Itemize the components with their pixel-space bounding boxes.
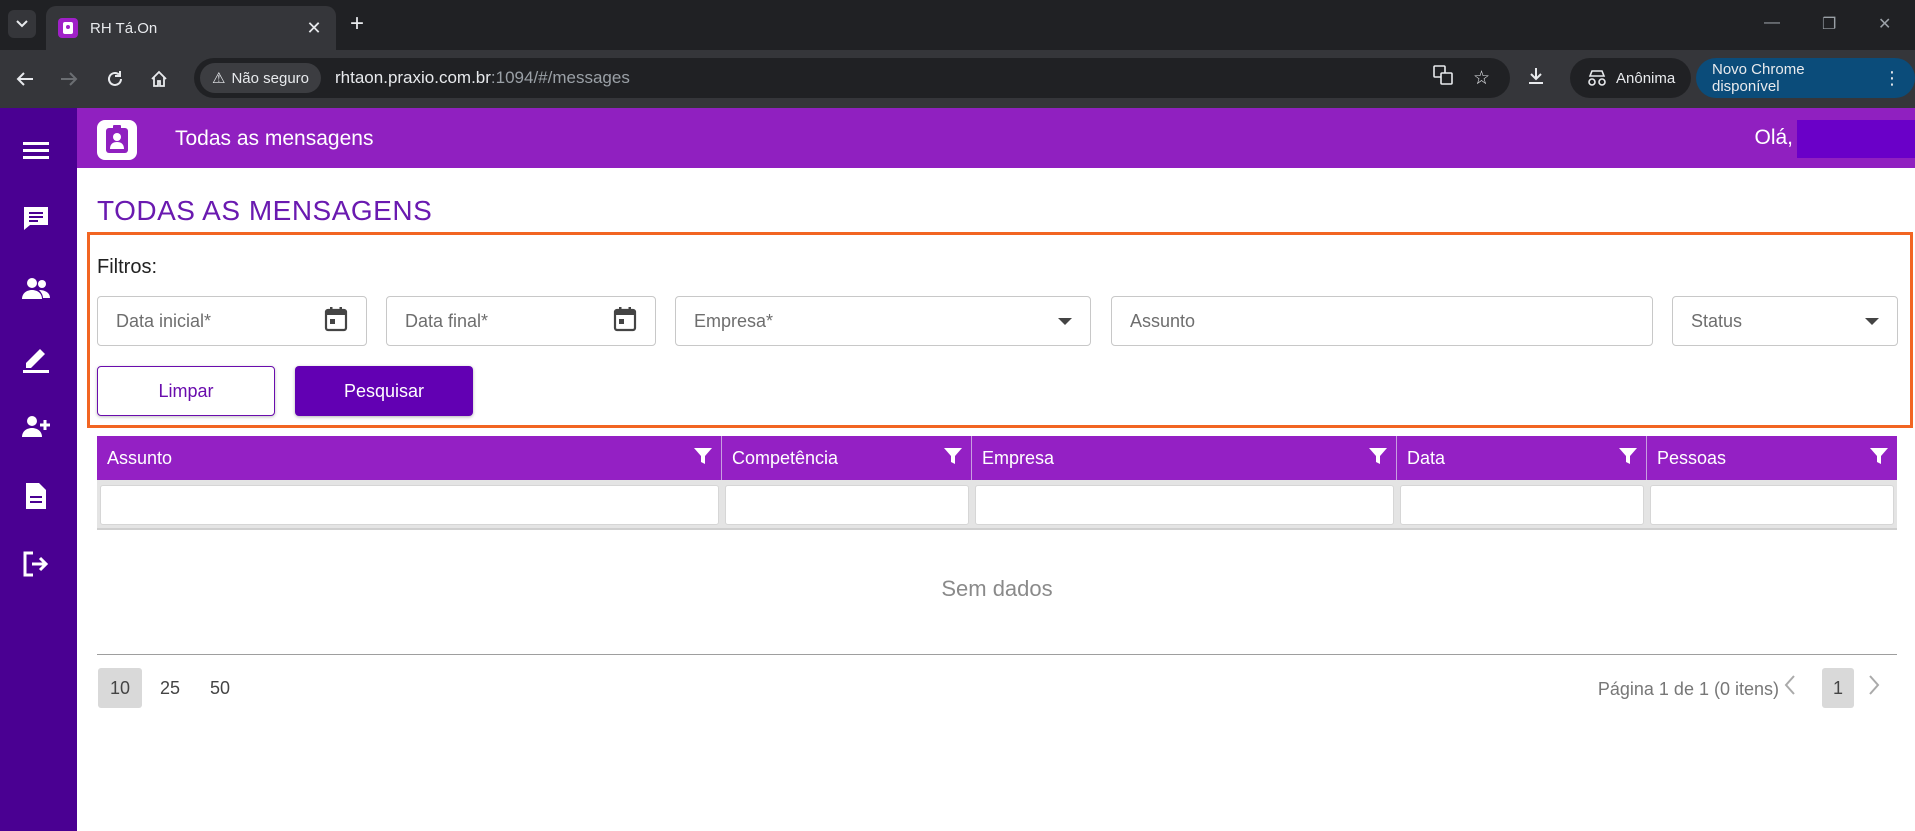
calendar-icon[interactable]: [324, 306, 348, 337]
document-icon[interactable]: [20, 480, 52, 512]
company-placeholder: Empresa*: [694, 310, 774, 331]
messages-icon[interactable]: [20, 202, 52, 234]
subject-input[interactable]: Assunto: [1111, 296, 1653, 346]
incognito-chip[interactable]: Anônima: [1570, 58, 1692, 98]
menu-icon[interactable]: [20, 134, 52, 166]
app-sidebar: [0, 108, 77, 831]
people-column-filter-input[interactable]: [1650, 485, 1894, 525]
back-icon[interactable]: [12, 66, 38, 92]
edit-icon[interactable]: [20, 342, 52, 374]
main-content: TODAS AS MENSAGENS Filtros: Data inicial…: [77, 168, 1915, 831]
prev-page-icon[interactable]: [1783, 674, 1797, 703]
page-size-10[interactable]: 10: [98, 668, 142, 708]
filter-funnel-icon[interactable]: [943, 446, 963, 466]
user-name-redacted: [1797, 120, 1915, 158]
date-column-filter-input[interactable]: [1400, 485, 1644, 525]
end-date-placeholder: Data final*: [405, 310, 489, 331]
end-date-field[interactable]: Data final*: [386, 296, 656, 346]
add-person-icon[interactable]: [20, 410, 52, 442]
column-header-people[interactable]: Pessoas: [1647, 436, 1897, 480]
competence-column-filter-input[interactable]: [725, 485, 969, 525]
chevron-down-icon: [16, 20, 28, 28]
browser-tabbar: RH Tá.On ✕ + — ❐ ✕: [0, 0, 1915, 50]
forward-icon[interactable]: [56, 66, 82, 92]
next-page-icon[interactable]: [1867, 674, 1881, 703]
logout-icon[interactable]: [20, 548, 52, 580]
status-placeholder: Status: [1691, 310, 1743, 331]
browser-tab[interactable]: RH Tá.On ✕: [46, 6, 336, 50]
status-select[interactable]: Status: [1672, 296, 1898, 346]
subject-placeholder: Assunto: [1130, 310, 1196, 331]
filter-funnel-icon[interactable]: [1368, 446, 1388, 466]
url-host: rhtaon.praxio.com.br: [335, 68, 491, 87]
filters-label: Filtros:: [97, 256, 157, 278]
update-label: Novo Chrome disponível: [1712, 61, 1805, 95]
bookmark-star-icon[interactable]: ☆: [1473, 67, 1490, 90]
calendar-icon[interactable]: [613, 306, 637, 337]
column-header-label: Data: [1407, 447, 1446, 468]
dropdown-caret-icon[interactable]: [1058, 317, 1072, 325]
company-column-filter-input[interactable]: [975, 485, 1394, 525]
column-header-company[interactable]: Empresa: [972, 436, 1397, 480]
tab-title: RH Tá.On: [90, 19, 158, 37]
column-header-label: Empresa: [982, 447, 1055, 468]
incognito-label: Anônima: [1616, 69, 1676, 87]
app-logo[interactable]: [97, 120, 137, 160]
groups-icon[interactable]: [20, 272, 52, 304]
security-label: Não seguro: [231, 69, 310, 87]
window-close-icon[interactable]: ✕: [1878, 14, 1891, 34]
page-size-50[interactable]: 50: [200, 668, 240, 708]
download-icon[interactable]: [1526, 66, 1546, 92]
column-header-label: Pessoas: [1657, 447, 1727, 468]
column-header-label: Assunto: [107, 447, 173, 468]
url-path: :1094/#/messages: [490, 68, 630, 87]
page-info-text: Página 1 de 1 (0 itens): [1597, 679, 1779, 699]
security-chip[interactable]: ⚠ Não seguro: [200, 63, 322, 93]
tab-close-icon[interactable]: ✕: [304, 18, 324, 39]
dropdown-caret-icon[interactable]: [1865, 317, 1879, 325]
app-header: Todas as mensagens Olá,: [77, 108, 1915, 168]
grid-filter-row: [97, 480, 1897, 530]
empty-state-text: Sem dados: [941, 576, 1053, 601]
page-size-25[interactable]: 25: [150, 668, 190, 708]
filter-funnel-icon[interactable]: [1869, 446, 1889, 466]
warning-icon: ⚠: [212, 70, 226, 87]
minimize-icon[interactable]: —: [1764, 14, 1780, 32]
incognito-icon: [1588, 70, 1606, 86]
tab-search-button[interactable]: [8, 10, 36, 38]
user-greeting: Olá,: [1754, 126, 1793, 149]
address-bar[interactable]: ⚠ Não seguro rhtaon.praxio.com.br:1094/#…: [194, 58, 1510, 98]
reload-icon[interactable]: [102, 66, 128, 92]
column-header-subject[interactable]: Assunto: [97, 436, 722, 480]
app-favicon-icon: [58, 18, 78, 38]
start-date-field[interactable]: Data inicial*: [97, 296, 367, 346]
browser-toolbar: ⚠ Não seguro rhtaon.praxio.com.br:1094/#…: [0, 50, 1915, 108]
column-header-date[interactable]: Data: [1397, 436, 1647, 480]
company-select[interactable]: Empresa*: [675, 296, 1091, 346]
filter-funnel-icon[interactable]: [1618, 446, 1638, 466]
url-text[interactable]: rhtaon.praxio.com.br:1094/#/messages: [335, 68, 1433, 88]
start-date-placeholder: Data inicial*: [116, 310, 212, 331]
grid-header: Assunto Competência Empresa Data Pessoas: [97, 436, 1897, 480]
clear-button[interactable]: Limpar: [97, 366, 275, 416]
column-header-competence[interactable]: Competência: [722, 436, 972, 480]
page-number-button[interactable]: 1: [1822, 668, 1854, 708]
filter-funnel-icon[interactable]: [693, 446, 713, 466]
column-header-label: Competência: [732, 447, 839, 468]
subject-column-filter-input[interactable]: [100, 485, 719, 525]
restore-icon[interactable]: ❐: [1822, 14, 1836, 34]
page-title: TODAS AS MENSAGENS: [97, 195, 433, 226]
search-button[interactable]: Pesquisar: [295, 366, 473, 416]
chrome-update-button[interactable]: Novo Chrome disponível ⋮: [1696, 58, 1915, 98]
pager-divider: [97, 654, 1897, 655]
home-icon[interactable]: [146, 66, 172, 92]
id-badge-icon: [106, 125, 128, 153]
app-header-title: Todas as mensagens: [175, 127, 374, 150]
translate-icon[interactable]: [1433, 65, 1453, 91]
new-tab-button[interactable]: +: [350, 12, 364, 36]
more-menu-icon[interactable]: ⋮: [1883, 68, 1901, 89]
